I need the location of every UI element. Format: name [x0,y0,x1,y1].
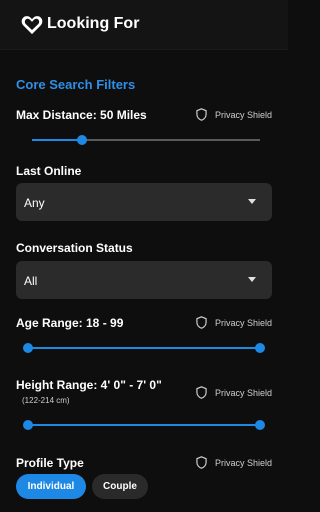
height-range-sublabel: (122-214 cm) [22,396,70,405]
height-range-label: Height Range: 4' 0" - 7' 0" [16,378,162,392]
age-range-slider[interactable] [23,343,265,353]
privacy-shield-label: Privacy Shield [214,387,272,398]
privacy-shield-label: Privacy Shield [214,457,272,468]
last-online-value: Any [24,196,45,210]
dropdown-caret-icon [248,199,256,204]
conversation-status-select[interactable]: All [16,261,272,299]
slider-fill [32,139,83,141]
shield-icon [196,386,207,399]
privacy-shield-toggle-age[interactable]: Privacy Shield [196,316,272,329]
privacy-shield-label: Privacy Shield [214,317,272,328]
max-distance-label: Max Distance: 50 Miles [16,108,147,122]
slider-fill [28,424,260,426]
heart-icon [21,16,43,35]
privacy-shield-label: Privacy Shield [214,109,272,120]
section-title: Core Search Filters [16,77,136,92]
slider-fill [28,347,260,349]
shield-icon [196,456,207,469]
slider-thumb-max[interactable] [255,343,265,353]
profile-type-individual-chip[interactable]: Individual [16,474,86,499]
slider-thumb[interactable] [77,135,88,145]
height-range-slider[interactable] [23,420,265,430]
max-distance-slider[interactable] [32,135,260,145]
conversation-status-value: All [24,274,38,288]
dropdown-caret-icon [248,277,256,282]
privacy-shield-toggle-distance[interactable]: Privacy Shield [196,108,272,121]
profile-type-couple-chip[interactable]: Couple [92,474,148,499]
slider-thumb-min[interactable] [23,420,33,430]
conversation-status-label: Conversation Status [16,241,133,255]
shield-icon [196,316,207,329]
slider-thumb-max[interactable] [255,420,265,430]
last-online-select[interactable]: Any [16,183,272,221]
app-bar: Looking For [0,0,288,50]
shield-icon [196,108,207,121]
profile-type-label: Profile Type [16,456,84,470]
privacy-shield-toggle-profile[interactable]: Privacy Shield [196,456,272,469]
slider-thumb-min[interactable] [23,343,33,353]
age-range-label: Age Range: 18 - 99 [16,316,124,330]
last-online-label: Last Online [16,164,82,178]
page-title: Looking For [47,15,140,32]
privacy-shield-toggle-height[interactable]: Privacy Shield [196,386,272,399]
